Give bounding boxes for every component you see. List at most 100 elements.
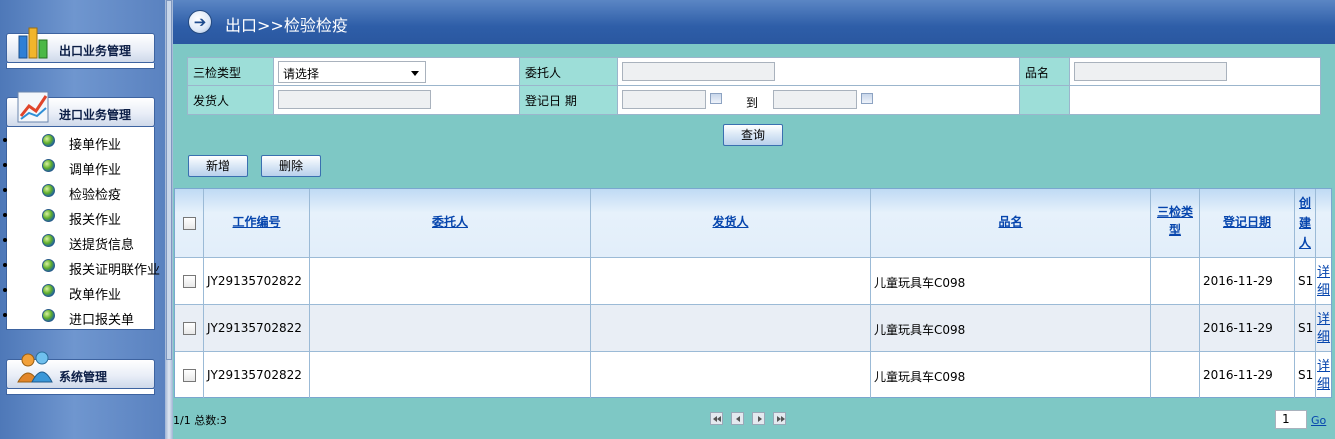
sidebar-scrollbar[interactable] xyxy=(165,0,173,439)
empty-cell xyxy=(1070,86,1320,114)
chevron-down-icon xyxy=(411,71,419,76)
register-date: 2016-11-29 xyxy=(1203,274,1273,288)
calendar-icon[interactable] xyxy=(710,93,722,104)
inspection-type-label: 三检类型 xyxy=(193,66,242,80)
register-date-cell: 2016-11-29 xyxy=(1200,352,1295,398)
inspection-type-select-value: 请选择 xyxy=(283,67,320,81)
sidebar-item-customs-declaration[interactable]: 报关作业 xyxy=(3,204,156,229)
product-cell xyxy=(1070,58,1320,86)
detail-text-line: 细 xyxy=(1317,377,1331,392)
table-header-shipper: 发货人 xyxy=(591,189,871,257)
sort-consignor-link[interactable]: 委托人 xyxy=(310,213,590,230)
detail-link[interactable]: 详细 xyxy=(1317,264,1330,300)
sort-shipper-link[interactable]: 发货人 xyxy=(591,213,870,230)
last-page-icon[interactable] xyxy=(773,412,786,425)
sidebar-header-export[interactable]: 出口业务管理 xyxy=(6,27,155,63)
table-header-work-no: 工作编号 xyxy=(204,189,310,257)
consignor-input[interactable] xyxy=(622,62,775,81)
shipper-cell xyxy=(591,258,871,304)
inspection-type-cell: 请选择 xyxy=(274,58,520,86)
creator-cell: S1 xyxy=(1295,305,1316,351)
globe-icon xyxy=(42,259,55,272)
inspection-type-cell xyxy=(1151,305,1200,351)
globe-icon xyxy=(42,134,55,147)
previous-page-icon[interactable] xyxy=(731,412,744,425)
sort-creator-link[interactable]: 创建人 xyxy=(1295,193,1315,253)
sidebar-item-label: 送提货信息 xyxy=(69,238,135,253)
sidebar-item-import-declaration[interactable]: 进口报关单 xyxy=(3,304,156,329)
go-link[interactable]: Go xyxy=(1311,414,1326,427)
sidebar-header-system[interactable]: 系统管理 xyxy=(6,351,155,389)
table-header-select xyxy=(175,189,204,257)
globe-icon xyxy=(42,209,55,222)
sidebar-item-order-change[interactable]: 改单作业 xyxy=(3,279,156,304)
globe-icon xyxy=(42,309,55,322)
table-header-actions xyxy=(1316,189,1331,257)
product: 儿童玩具车C098 xyxy=(874,276,966,290)
shipper-cell xyxy=(591,352,871,398)
shipper-cell xyxy=(591,305,871,351)
sidebar-item-delivery-info[interactable]: 送提货信息 xyxy=(3,229,156,254)
users-icon xyxy=(17,351,53,383)
scrollbar-thumb[interactable] xyxy=(166,0,172,360)
sidebar-header-import[interactable]: 进口业务管理 xyxy=(6,91,155,127)
creator: S1 xyxy=(1298,274,1314,288)
inspection-type-select[interactable]: 请选择 xyxy=(278,61,426,83)
product-cell: 儿童玩具车C098 xyxy=(871,352,1151,398)
search-form: 三检类型 请选择 委托人 品名 发货人 登记日 期 到 xyxy=(187,57,1321,115)
date-to-input[interactable] xyxy=(773,90,857,109)
row-select-cell xyxy=(175,258,204,304)
page-title-bar: ➔ 出口>>检验检疫 xyxy=(173,0,1335,44)
sidebar-item-inspection-quarantine[interactable]: 检验检疫 xyxy=(3,179,156,204)
register-date-cell: 2016-11-29 xyxy=(1200,305,1295,351)
main-content: ➔ 出口>>检验检疫 三检类型 请选择 委托人 品名 发货人 登记日 期 到 查… xyxy=(173,0,1335,439)
sidebar-item-order-transfer[interactable]: 调单作业 xyxy=(3,154,156,179)
add-button[interactable]: 新增 xyxy=(188,155,248,177)
consignor-cell xyxy=(310,352,591,398)
sidebar-item-order-receiving[interactable]: 接单作业 xyxy=(3,129,156,154)
register-date-cell: 2016-11-29 xyxy=(1200,258,1295,304)
bullet xyxy=(3,238,7,242)
work-no-cell: JY29135702822 xyxy=(204,258,310,304)
globe-icon xyxy=(42,184,55,197)
next-page-icon[interactable] xyxy=(752,412,765,425)
product: 儿童玩具车C098 xyxy=(874,323,966,337)
register-date: 2016-11-29 xyxy=(1203,321,1273,335)
detail-link[interactable]: 详细 xyxy=(1317,358,1330,394)
sidebar-item-customs-certificate[interactable]: 报关证明联作业 xyxy=(3,254,160,279)
sort-product-link[interactable]: 品名 xyxy=(871,213,1150,230)
bullet xyxy=(3,188,7,192)
calendar-icon[interactable] xyxy=(861,93,873,104)
bar-chart-icon xyxy=(18,27,48,59)
row-checkbox[interactable] xyxy=(183,275,196,288)
shipper-cell xyxy=(274,86,520,114)
first-page-icon[interactable] xyxy=(710,412,723,425)
consignor-label: 委托人 xyxy=(525,66,562,80)
page-number-input[interactable]: 1 xyxy=(1275,410,1307,429)
product-input[interactable] xyxy=(1074,62,1227,81)
bullet xyxy=(3,263,7,267)
shipper-input[interactable] xyxy=(278,90,431,109)
consignor-label-cell: 委托人 xyxy=(520,58,618,86)
product-label: 品名 xyxy=(1025,66,1050,80)
work-no-cell: JY29135702822 xyxy=(204,305,310,351)
header-text-line: 三检类 xyxy=(1156,205,1193,219)
table-row: JY29135702822 儿童玩具车C098 2016-11-29 S1 详细 xyxy=(175,257,1331,304)
detail-link[interactable]: 详细 xyxy=(1317,311,1330,347)
sidebar-item-label: 接单作业 xyxy=(69,138,122,153)
select-all-checkbox[interactable] xyxy=(183,217,196,230)
query-button[interactable]: 查询 xyxy=(723,124,783,146)
row-checkbox[interactable] xyxy=(183,369,196,382)
date-from-input[interactable] xyxy=(622,90,706,109)
delete-button[interactable]: 删除 xyxy=(261,155,321,177)
globe-icon xyxy=(42,159,55,172)
row-checkbox[interactable] xyxy=(183,322,196,335)
empty-label-cell xyxy=(1020,86,1070,114)
sort-work-no-link[interactable]: 工作编号 xyxy=(204,213,309,230)
creator-cell: S1 xyxy=(1295,352,1316,398)
sort-inspection-type-link[interactable]: 三检类型 xyxy=(1151,203,1199,239)
sort-register-date-link[interactable]: 登记日期 xyxy=(1200,213,1294,230)
arrow-right-icon[interactable]: ➔ xyxy=(188,10,212,34)
consignor-cell xyxy=(618,58,1020,86)
register-date-cell: 到 xyxy=(618,86,1020,114)
